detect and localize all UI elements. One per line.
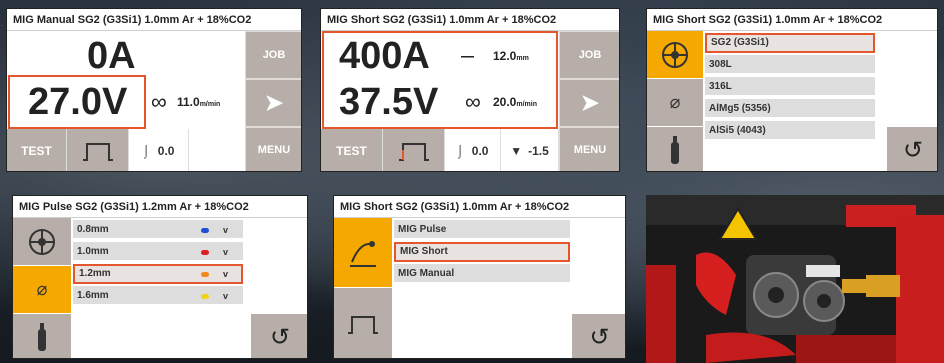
- list-item[interactable]: 308L: [705, 55, 875, 75]
- tab-diameter[interactable]: ⌀: [647, 79, 703, 127]
- current-display: 400A: [339, 35, 430, 77]
- panel-mig-short: MIG Short SG2 (G3Si1) 1.0mm Ar + 18%CO2 …: [320, 8, 620, 172]
- wire-speed-value: 11.0m/min: [177, 95, 221, 109]
- list-item[interactable]: AlSi5 (4043): [705, 121, 875, 141]
- status-title: MIG Manual SG2 (G3Si1) 1.0mm Ar + 18%CO2: [7, 9, 301, 31]
- arc-length-icon: ▼: [510, 144, 523, 158]
- chevron-down-icon: v: [223, 225, 229, 235]
- tab-material[interactable]: [13, 218, 71, 266]
- inductance-cell[interactable]: ⌡ 0.0: [129, 129, 189, 171]
- arc-length-cell[interactable]: ▼ -1.5: [501, 129, 559, 171]
- list-item[interactable]: 1.2mm v: [73, 264, 243, 284]
- status-title: MIG Short SG2 (G3Si1) 1.0mm Ar + 18%CO2: [647, 9, 937, 31]
- wire-spool-icon: [662, 41, 688, 68]
- back-arrow-icon: ↺: [902, 136, 924, 164]
- color-dot: [201, 272, 209, 277]
- list-item[interactable]: MIG Short: [394, 242, 570, 262]
- tab-trigger[interactable]: [334, 288, 392, 358]
- tab-gas[interactable]: [647, 127, 703, 171]
- list-item[interactable]: 1.0mm v: [73, 242, 243, 262]
- enter-arrow-button[interactable]: ➤: [245, 79, 301, 127]
- back-button[interactable]: ↺: [572, 314, 625, 358]
- wire-speed-value: 20.0m/min: [493, 95, 537, 109]
- status-title: MIG Pulse SG2 (G3Si1) 1.2mm Ar + 18%CO2: [13, 196, 307, 218]
- list-item[interactable]: 316L: [705, 77, 875, 97]
- enter-arrow-icon: ➤: [264, 90, 284, 115]
- test-button[interactable]: TEST: [321, 129, 383, 171]
- gas-bottle-icon: [671, 135, 679, 164]
- inductance-icon: ⌡: [142, 144, 150, 158]
- welding-torch-icon: [350, 240, 376, 267]
- inductance-value: 0.0: [471, 144, 489, 158]
- wire-spool-icon: [29, 228, 55, 255]
- wire-feeder-photo: [646, 195, 944, 363]
- panel-mode-select: MIG Short SG2 (G3Si1) 1.0mm Ar + 18%CO2 …: [333, 195, 626, 359]
- arc-length-value: -1.5: [528, 144, 549, 158]
- list-item[interactable]: MIG Manual: [394, 264, 570, 284]
- chevron-down-icon: v: [223, 269, 229, 279]
- 2t-trigger-icon: [82, 143, 113, 161]
- enter-arrow-button[interactable]: ➤: [559, 79, 619, 127]
- thickness-value: 12.0mm: [493, 49, 529, 63]
- diameter-icon: ⌀: [669, 92, 681, 112]
- voltage-display: 27.0V: [28, 81, 128, 123]
- back-arrow-icon: ↺: [269, 323, 291, 351]
- gas-bottle-icon: [38, 322, 46, 351]
- tab-gas[interactable]: [13, 314, 71, 358]
- tab-material[interactable]: [647, 31, 703, 79]
- wire-feed-icon: ∞: [151, 89, 167, 114]
- menu-button[interactable]: MENU: [559, 127, 619, 171]
- color-dot: [201, 228, 209, 233]
- enter-arrow-icon: ➤: [580, 90, 600, 115]
- panel-material-select: MIG Short SG2 (G3Si1) 1.0mm Ar + 18%CO2 …: [646, 8, 938, 172]
- trigger-mode-button[interactable]: [67, 129, 129, 171]
- test-button[interactable]: TEST: [7, 129, 67, 171]
- list-item[interactable]: AlMg5 (5356): [705, 99, 875, 119]
- chevron-down-icon: v: [223, 247, 229, 257]
- panel-diameter-select: MIG Pulse SG2 (G3Si1) 1.2mm Ar + 18%CO2 …: [12, 195, 308, 359]
- back-arrow-icon: ↺: [589, 323, 610, 351]
- current-display: 0A: [87, 35, 136, 77]
- tab-process[interactable]: [334, 218, 392, 288]
- inductance-value: 0.0: [157, 144, 175, 158]
- list-item[interactable]: SG2 (G3Si1): [705, 33, 875, 53]
- status-title: MIG Short SG2 (G3Si1) 1.0mm Ar + 18%CO2: [334, 196, 625, 218]
- inductance-cell[interactable]: ⌡ 0.0: [445, 129, 501, 171]
- status-title: MIG Short SG2 (G3Si1) 1.0mm Ar + 18%CO2: [321, 9, 619, 31]
- trigger-mode-button[interactable]: [383, 129, 445, 171]
- diameter-icon: ⌀: [36, 279, 48, 299]
- list-item[interactable]: 1.6mm v: [73, 286, 243, 306]
- trigger-mode-icon: [348, 315, 378, 334]
- job-button[interactable]: JOB: [245, 31, 301, 79]
- wire-feeder-illustration: [646, 195, 944, 363]
- job-button[interactable]: JOB: [559, 31, 619, 79]
- wire-feed-icon: ∞: [465, 89, 481, 114]
- tab-diameter[interactable]: ⌀: [13, 266, 71, 314]
- inductance-icon: ⌡: [456, 144, 464, 158]
- menu-button[interactable]: MENU: [245, 127, 301, 171]
- 4t-trigger-icon: [398, 143, 429, 161]
- color-dot: [201, 294, 209, 299]
- thickness-icon: ⎯: [461, 39, 475, 69]
- list-item[interactable]: MIG Pulse: [394, 220, 570, 240]
- back-button[interactable]: ↺: [887, 127, 937, 171]
- panel-mig-manual: MIG Manual SG2 (G3Si1) 1.0mm Ar + 18%CO2…: [6, 8, 302, 172]
- back-button[interactable]: ↺: [251, 314, 307, 358]
- list-item[interactable]: 0.8mm v: [73, 220, 243, 240]
- color-dot: [201, 250, 209, 255]
- chevron-down-icon: v: [223, 291, 229, 301]
- voltage-box[interactable]: 27.0V: [8, 75, 146, 129]
- voltage-display: 37.5V: [339, 81, 439, 123]
